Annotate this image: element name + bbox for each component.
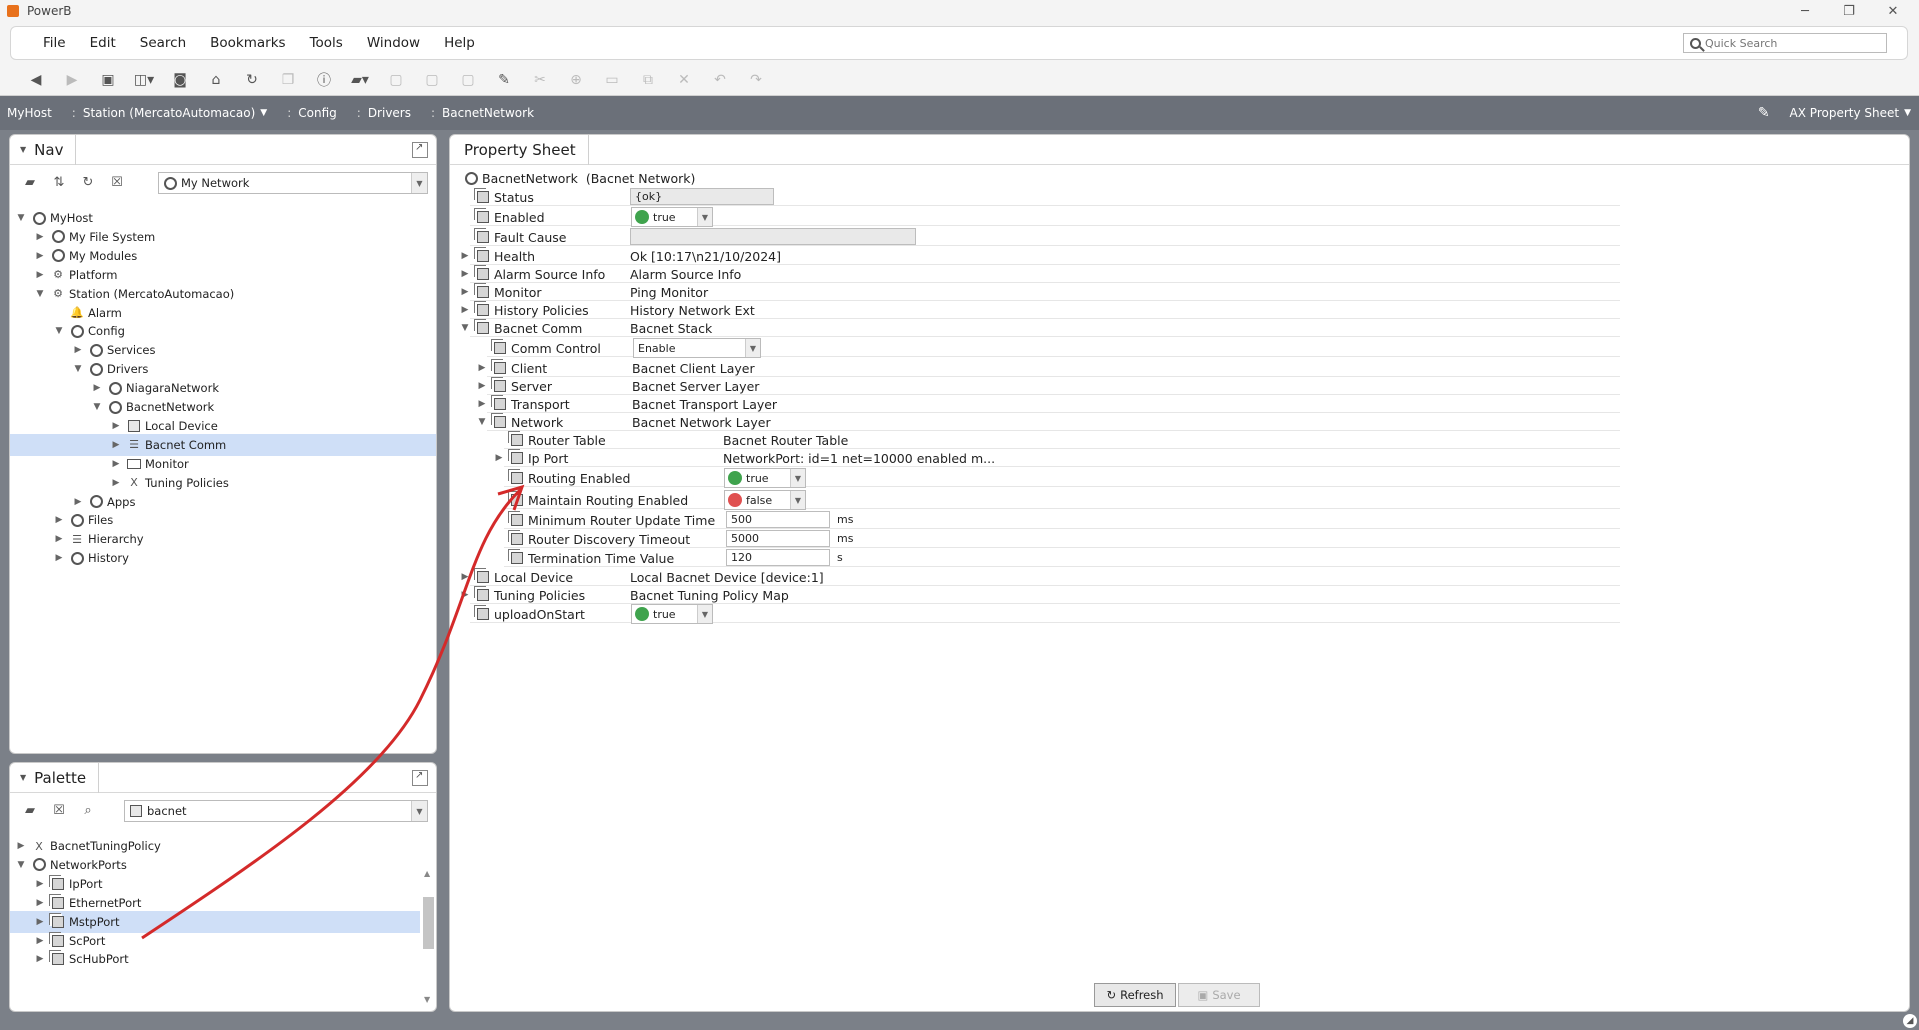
annotation-arrow bbox=[141, 484, 525, 940]
resize-grip-icon[interactable]: ◢ bbox=[1903, 1014, 1917, 1028]
arrow-line bbox=[141, 488, 522, 940]
